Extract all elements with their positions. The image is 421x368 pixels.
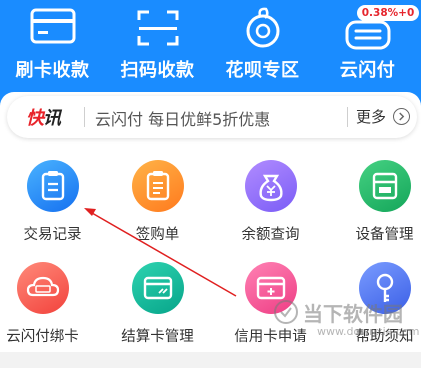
huabei-icon xyxy=(246,7,279,48)
transaction-record-icon xyxy=(41,171,64,201)
news-tag-part1: 快 xyxy=(26,108,44,129)
scan-payment-label: 扫码收款 xyxy=(120,60,195,81)
fn-label: 云闪付绑卡 xyxy=(6,329,79,345)
card-icon xyxy=(30,8,75,44)
fn-device-management[interactable]: 设备管理 xyxy=(332,160,421,260)
rate-badge: 0.38%+0 xyxy=(357,5,419,21)
fn-icon-bg xyxy=(244,160,297,212)
huabei-zone-label: 花呗专区 xyxy=(225,60,300,81)
fn-icon-bg xyxy=(16,262,69,314)
news-tag: 快讯 xyxy=(26,104,61,130)
chevron-right-icon[interactable] xyxy=(393,108,410,125)
quickpass-label: 云闪付 xyxy=(339,60,396,81)
huabei-zone[interactable]: 花呗专区 xyxy=(210,0,315,92)
watermark-logo-icon xyxy=(274,300,298,324)
fn-label: 签购单 xyxy=(135,227,180,243)
swipe-card-payment[interactable]: 刷卡收款 xyxy=(0,0,105,92)
fn-settlement-card[interactable]: 结算卡管理 xyxy=(105,262,210,362)
news-more-link[interactable]: 更多 xyxy=(356,106,386,127)
scan-icon xyxy=(137,10,178,46)
fn-label: 交易记录 xyxy=(23,227,82,243)
fn-icon-bg xyxy=(131,262,184,314)
fn-icon-bg xyxy=(131,160,184,212)
news-bar[interactable]: 快讯 云闪付 每日优鲜5折优惠 更多 xyxy=(7,96,417,138)
news-tag-part2: 讯 xyxy=(43,108,61,129)
cloud-card-icon xyxy=(26,276,59,297)
fn-transaction-record[interactable]: 交易记录 xyxy=(0,160,105,260)
fn-receipt[interactable]: 签购单 xyxy=(105,160,210,260)
swipe-card-payment-label: 刷卡收款 xyxy=(15,60,90,81)
fn-label: 设备管理 xyxy=(355,227,414,243)
fn-icon-bg xyxy=(26,160,79,212)
watermark-text: 当下软件园 xyxy=(303,302,403,326)
watermark-url: www.downxia.com xyxy=(317,325,420,338)
device-icon xyxy=(372,172,397,200)
settlement-card-icon xyxy=(143,276,172,300)
fn-label: 结算卡管理 xyxy=(121,329,194,345)
fn-icon-bg xyxy=(358,160,411,212)
news-text[interactable]: 云闪付 每日优鲜5折优惠 xyxy=(95,106,270,130)
news-divider-right xyxy=(347,107,348,127)
watermark: 当下软件园 www.downxia.com xyxy=(255,295,421,355)
fn-cloud-card-binding[interactable]: 云闪付绑卡 xyxy=(0,262,95,362)
fn-label: 余额查询 xyxy=(241,227,300,243)
money-bag-icon xyxy=(258,174,283,202)
fn-balance-query[interactable]: 余额查询 xyxy=(218,160,323,260)
receipt-icon xyxy=(146,171,169,201)
news-divider xyxy=(84,107,85,127)
scan-payment[interactable]: 扫码收款 xyxy=(105,0,210,92)
